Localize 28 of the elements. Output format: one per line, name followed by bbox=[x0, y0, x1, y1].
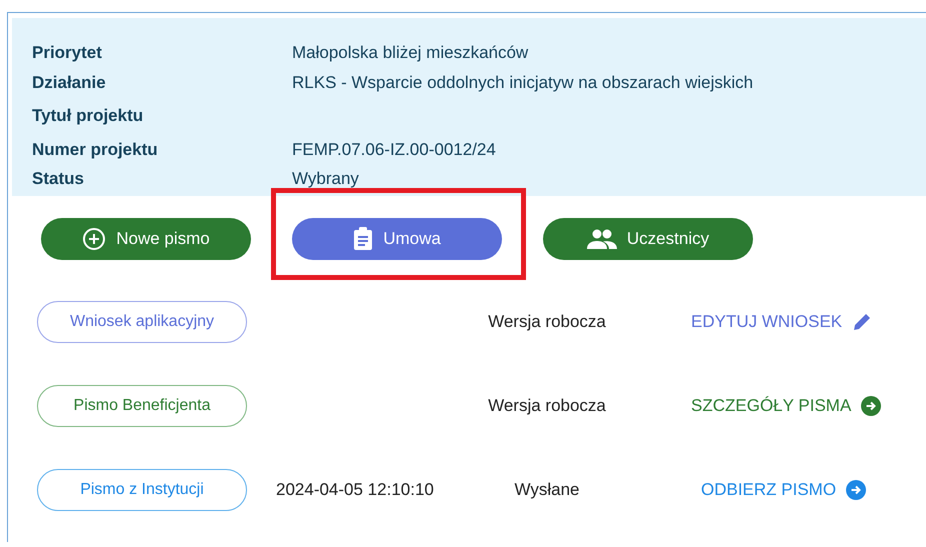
pencil-icon bbox=[852, 312, 872, 332]
document-status: Wersja robocza bbox=[487, 395, 607, 418]
document-status: Wysłane bbox=[513, 479, 581, 502]
participants-button[interactable]: Uczestnicy bbox=[543, 218, 753, 260]
action-link[interactable]: EDYTUJ WNIOSEK bbox=[691, 309, 872, 335]
clipboard-icon bbox=[353, 227, 374, 251]
action-link[interactable]: ODBIERZ PISMO bbox=[701, 477, 866, 503]
field-label: Numer projektu bbox=[32, 138, 159, 160]
document-status: Wersja robocza bbox=[487, 311, 607, 334]
arrow-circle-icon bbox=[861, 396, 882, 416]
field-label: Działanie bbox=[32, 72, 107, 94]
field-value: RLKS - Wsparcie oddolnych inicjatyw na obszarach wiejskich bbox=[292, 72, 754, 94]
field-value: Wybrany bbox=[292, 168, 359, 190]
arrow-circle-icon bbox=[846, 480, 866, 500]
document-date: 2024-04-05 12:10:10 bbox=[275, 479, 435, 502]
new-letter-button[interactable]: Nowe pismo bbox=[41, 218, 251, 260]
action-link[interactable]: SZCZEGÓŁY PISMA bbox=[691, 393, 882, 419]
contract-button[interactable]: Umowa bbox=[292, 218, 502, 260]
document-type-button[interactable]: Pismo z Instytucji bbox=[37, 469, 247, 511]
plus-circle-icon bbox=[82, 227, 106, 251]
field-label: Priorytet bbox=[32, 42, 103, 64]
field-value: Małopolska bliżej mieszkańców bbox=[292, 42, 528, 64]
document-type-button[interactable]: Wniosek aplikacyjny bbox=[37, 301, 247, 343]
field-label: Status bbox=[32, 168, 85, 190]
document-type-button[interactable]: Pismo Beneficjenta bbox=[37, 385, 247, 427]
field-value: FEMP.07.06-IZ.00-0012/24 bbox=[292, 138, 496, 160]
people-icon bbox=[586, 229, 617, 249]
field-label: Tytuł projektu bbox=[32, 105, 144, 127]
